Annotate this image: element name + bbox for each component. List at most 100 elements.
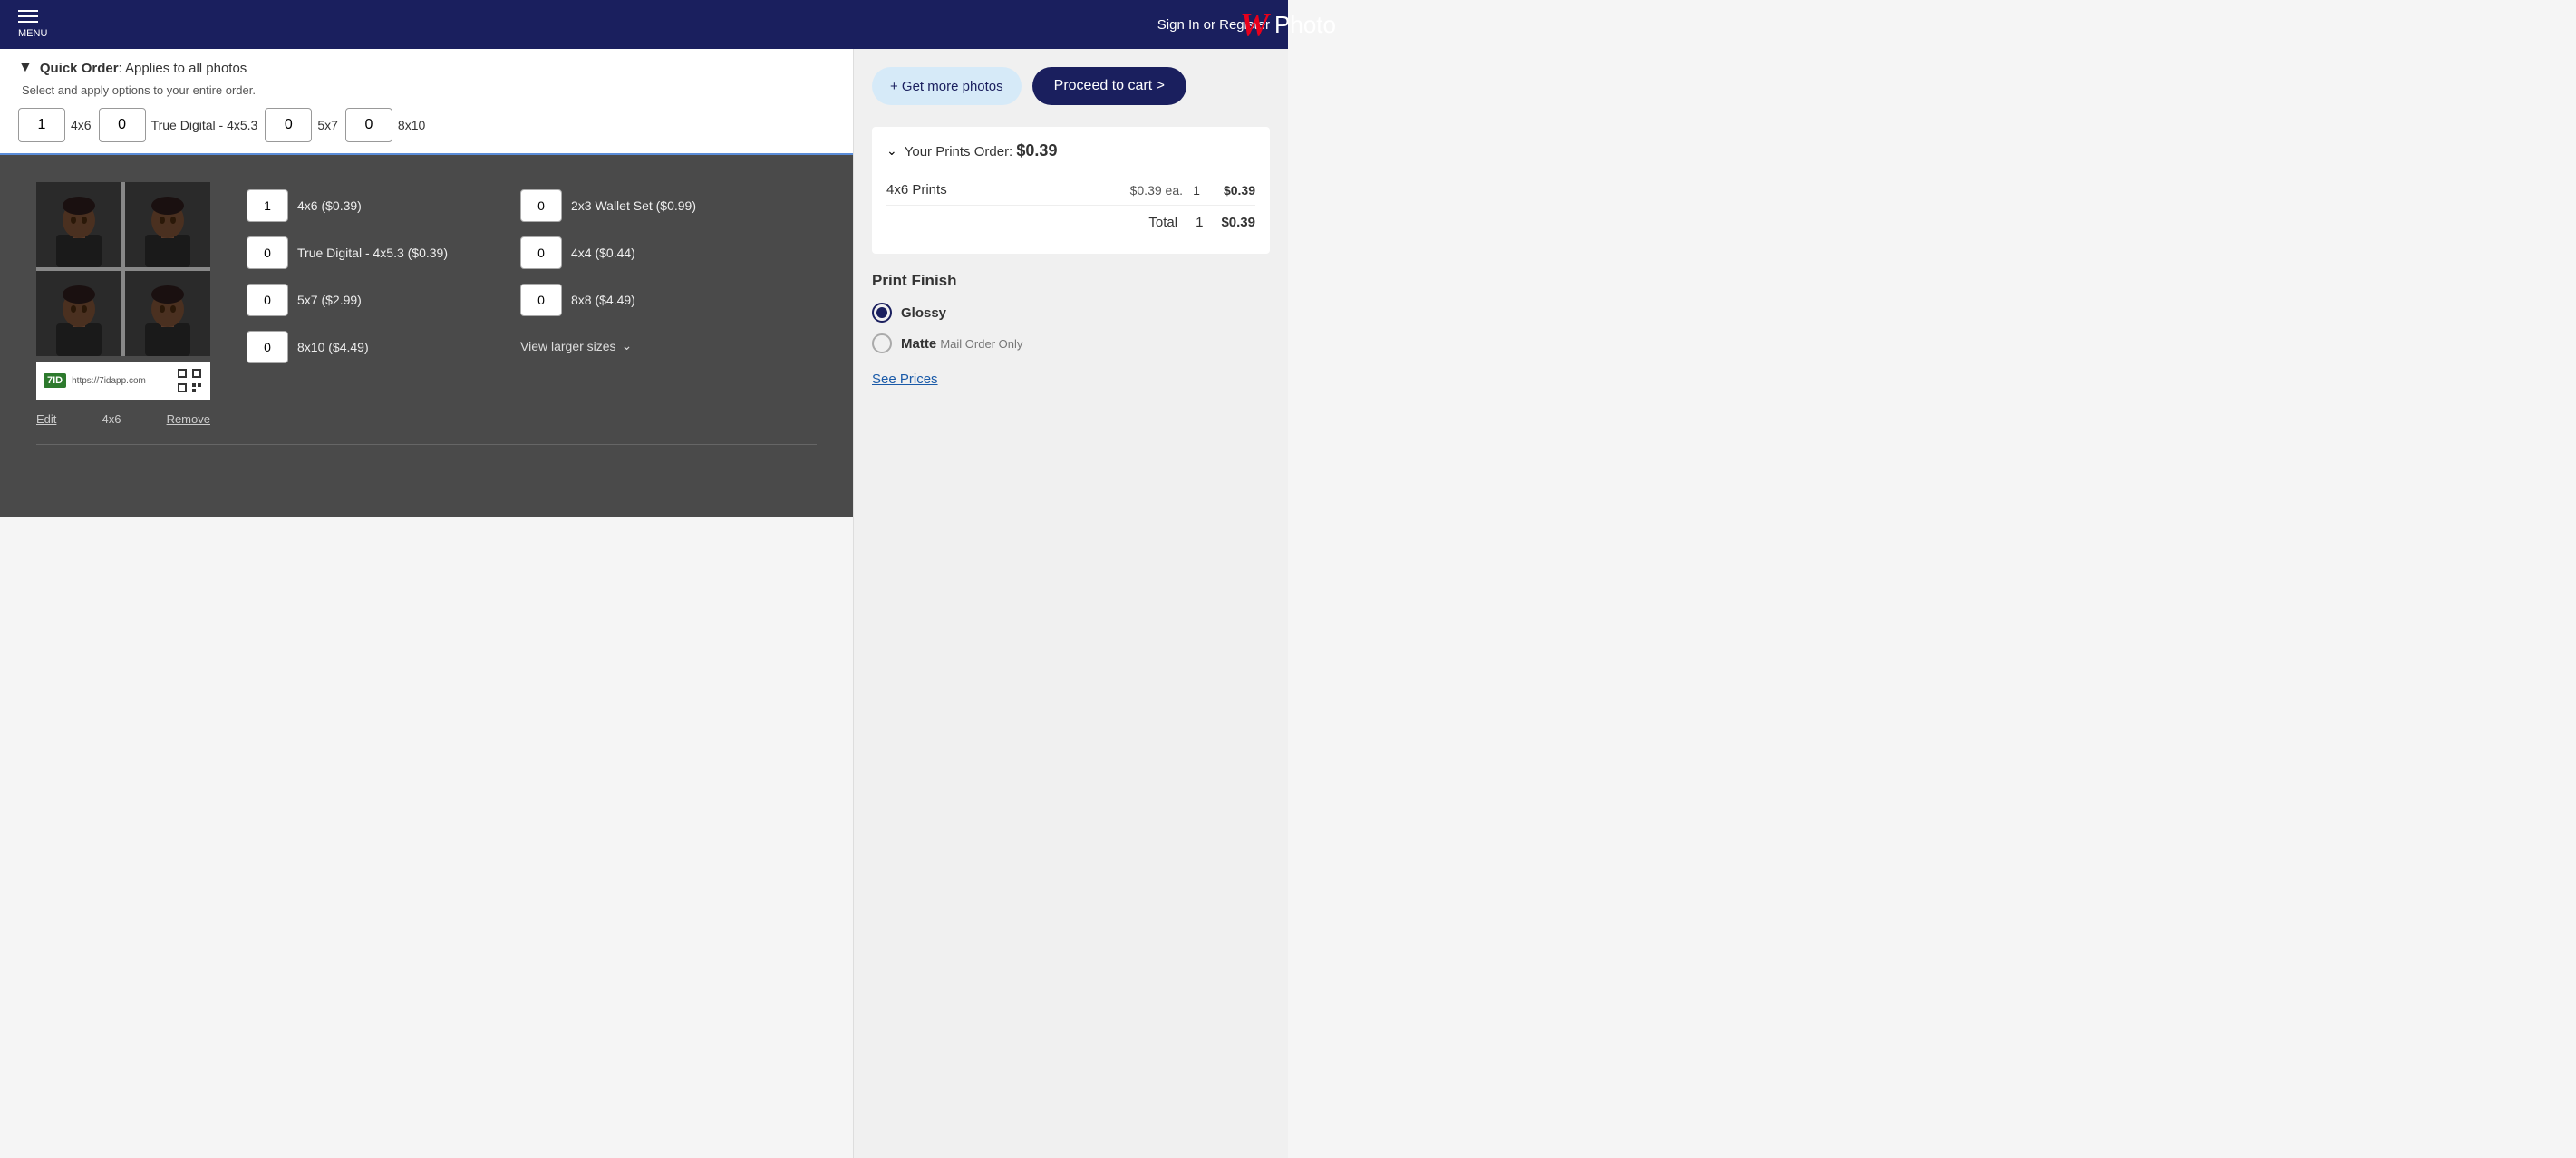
- option-label-5x7: 5x7 ($2.99): [297, 293, 362, 307]
- action-buttons: + Get more photos Proceed to cart >: [872, 67, 1270, 105]
- option-label-4x6: 4x6 ($0.39): [297, 198, 362, 213]
- menu-label: MENU: [18, 28, 47, 39]
- photo-label: Photo: [1274, 11, 1336, 39]
- qty-group-8x10: 8x10: [345, 108, 425, 142]
- option-label-wallet: 2x3 Wallet Set ($0.99): [571, 198, 696, 213]
- order-summary-header: ⌄ Your Prints Order: $0.39: [886, 141, 1255, 160]
- order-summary-chevron-icon[interactable]: ⌄: [886, 143, 897, 159]
- order-total-row: Total 1 $0.39: [886, 206, 1255, 239]
- option-qty-8x10[interactable]: [247, 331, 288, 363]
- qty-group-5x7: 5x7: [265, 108, 338, 142]
- main-container: ▼ Quick Order: Applies to all photos Sel…: [0, 49, 1288, 1158]
- qty-input-8x10[interactable]: [345, 108, 392, 142]
- qty-input-5x7[interactable]: [265, 108, 312, 142]
- glossy-radio-selected: [876, 307, 887, 318]
- photo-grid: [36, 182, 210, 356]
- photo-divider: [36, 444, 817, 445]
- qty-input-true-digital[interactable]: [99, 108, 146, 142]
- option-row-4x6: 4x6 ($0.39): [247, 189, 448, 222]
- view-larger-button[interactable]: View larger sizes ⌄: [520, 338, 696, 353]
- order-row-price: $0.39 ea.: [1110, 183, 1183, 198]
- print-finish-title: Print Finish: [872, 272, 1270, 290]
- option-label-true-digital: True Digital - 4x5.3 ($0.39): [297, 246, 448, 260]
- qr-code-icon: [176, 367, 203, 394]
- qty-label-true-digital: True Digital - 4x5.3: [151, 118, 258, 132]
- walgreens-w-icon: W: [1240, 5, 1269, 43]
- photo-area: 7ID https://7idapp.com: [0, 155, 853, 517]
- see-prices-link[interactable]: See Prices: [872, 372, 938, 387]
- watermark-url: https://7idapp.com: [72, 376, 146, 386]
- matte-label: Matte Mail Order Only: [901, 336, 1022, 352]
- option-qty-4x6[interactable]: [247, 189, 288, 222]
- photo-size: 4x6: [102, 412, 121, 426]
- option-qty-wallet[interactable]: [520, 189, 562, 222]
- order-row-4x6: 4x6 Prints $0.39 ea. 1 $0.39: [886, 175, 1255, 206]
- option-label-8x8: 8x8 ($4.49): [571, 293, 635, 307]
- order-total-amount: $0.39: [1221, 215, 1255, 230]
- proceed-to-cart-button[interactable]: Proceed to cart >: [1032, 67, 1186, 105]
- finish-option-matte[interactable]: Matte Mail Order Only: [872, 333, 1270, 353]
- quick-order-title: Quick Order: Applies to all photos: [40, 61, 247, 76]
- quick-order-subtitle: Select and apply options to your entire …: [18, 83, 835, 97]
- right-panel: + Get more photos Proceed to cart > ⌄ Yo…: [853, 49, 1288, 1158]
- photo-watermark: 7ID https://7idapp.com: [36, 362, 210, 400]
- qty-input-4x6[interactable]: [18, 108, 65, 142]
- quick-order-bar: ▼ Quick Order: Applies to all photos Sel…: [0, 49, 853, 155]
- glossy-label: Glossy: [901, 305, 946, 321]
- person-image-3: [36, 271, 121, 356]
- app-logo: W Photo: [1240, 5, 1336, 43]
- option-row-4x4: 4x4 ($0.44): [520, 236, 696, 269]
- menu-line-3: [18, 21, 38, 23]
- order-summary-total-price: $0.39: [1016, 141, 1057, 159]
- view-larger-chevron-icon: ⌄: [622, 338, 633, 353]
- photo-cell-1: [36, 182, 121, 267]
- quick-order-header[interactable]: ▼ Quick Order: Applies to all photos: [18, 60, 835, 76]
- glossy-radio[interactable]: [872, 303, 892, 323]
- person-image-4: [125, 271, 210, 356]
- photo-column: 7ID https://7idapp.com: [36, 182, 210, 426]
- watermark-logo: 7ID: [44, 373, 66, 388]
- qty-group-4x6: 4x6: [18, 108, 92, 142]
- photo-cell-3: [36, 271, 121, 356]
- option-qty-4x4[interactable]: [520, 236, 562, 269]
- qty-label-4x6: 4x6: [71, 118, 92, 132]
- finish-option-glossy[interactable]: Glossy: [872, 303, 1270, 323]
- menu-line-2: [18, 15, 38, 17]
- option-label-8x10: 8x10 ($4.49): [297, 340, 369, 354]
- menu-button[interactable]: MENU: [18, 10, 47, 39]
- qty-group-true-digital: True Digital - 4x5.3: [99, 108, 258, 142]
- photo-cell-2: [125, 182, 210, 267]
- photo-content: 7ID https://7idapp.com: [36, 182, 817, 426]
- view-larger-label: View larger sizes: [520, 339, 616, 353]
- remove-link[interactable]: Remove: [167, 412, 210, 426]
- order-summary: ⌄ Your Prints Order: $0.39 4x6 Prints $0…: [872, 127, 1270, 254]
- option-row-8x8: 8x8 ($4.49): [520, 284, 696, 316]
- order-summary-title: Your Prints Order: $0.39: [905, 141, 1058, 160]
- photo-actions: Edit 4x6 Remove: [36, 412, 210, 426]
- menu-line-1: [18, 10, 38, 12]
- order-total-qty: 1: [1196, 215, 1203, 230]
- option-row-5x7: 5x7 ($2.99): [247, 284, 448, 316]
- order-row-qty: 1: [1183, 183, 1210, 198]
- edit-link[interactable]: Edit: [36, 412, 56, 426]
- photo-cell-4: [125, 271, 210, 356]
- qty-label-5x7: 5x7: [317, 118, 338, 132]
- option-qty-5x7[interactable]: [247, 284, 288, 316]
- order-total-label: Total: [1148, 215, 1177, 230]
- app-header: MENU W Photo Sign In or Register: [0, 0, 1288, 49]
- order-row-label: 4x6 Prints: [886, 182, 1110, 198]
- left-panel: ▼ Quick Order: Applies to all photos Sel…: [0, 49, 853, 1158]
- option-qty-true-digital[interactable]: [247, 236, 288, 269]
- order-row-total: $0.39: [1210, 183, 1255, 198]
- print-options-right: 2x3 Wallet Set ($0.99) 4x4 ($0.44) 8x8 (…: [520, 189, 696, 353]
- option-row-true-digital: True Digital - 4x5.3 ($0.39): [247, 236, 448, 269]
- get-more-photos-button[interactable]: + Get more photos: [872, 67, 1022, 105]
- person-image-1: [36, 182, 121, 267]
- matte-radio[interactable]: [872, 333, 892, 353]
- qty-label-8x10: 8x10: [398, 118, 425, 132]
- matte-sublabel: Mail Order Only: [940, 337, 1022, 351]
- person-image-2: [125, 182, 210, 267]
- option-qty-8x8[interactable]: [520, 284, 562, 316]
- option-row-8x10: 8x10 ($4.49): [247, 331, 448, 363]
- quick-order-inputs: 4x6 True Digital - 4x5.3 5x7 8x10: [18, 108, 835, 142]
